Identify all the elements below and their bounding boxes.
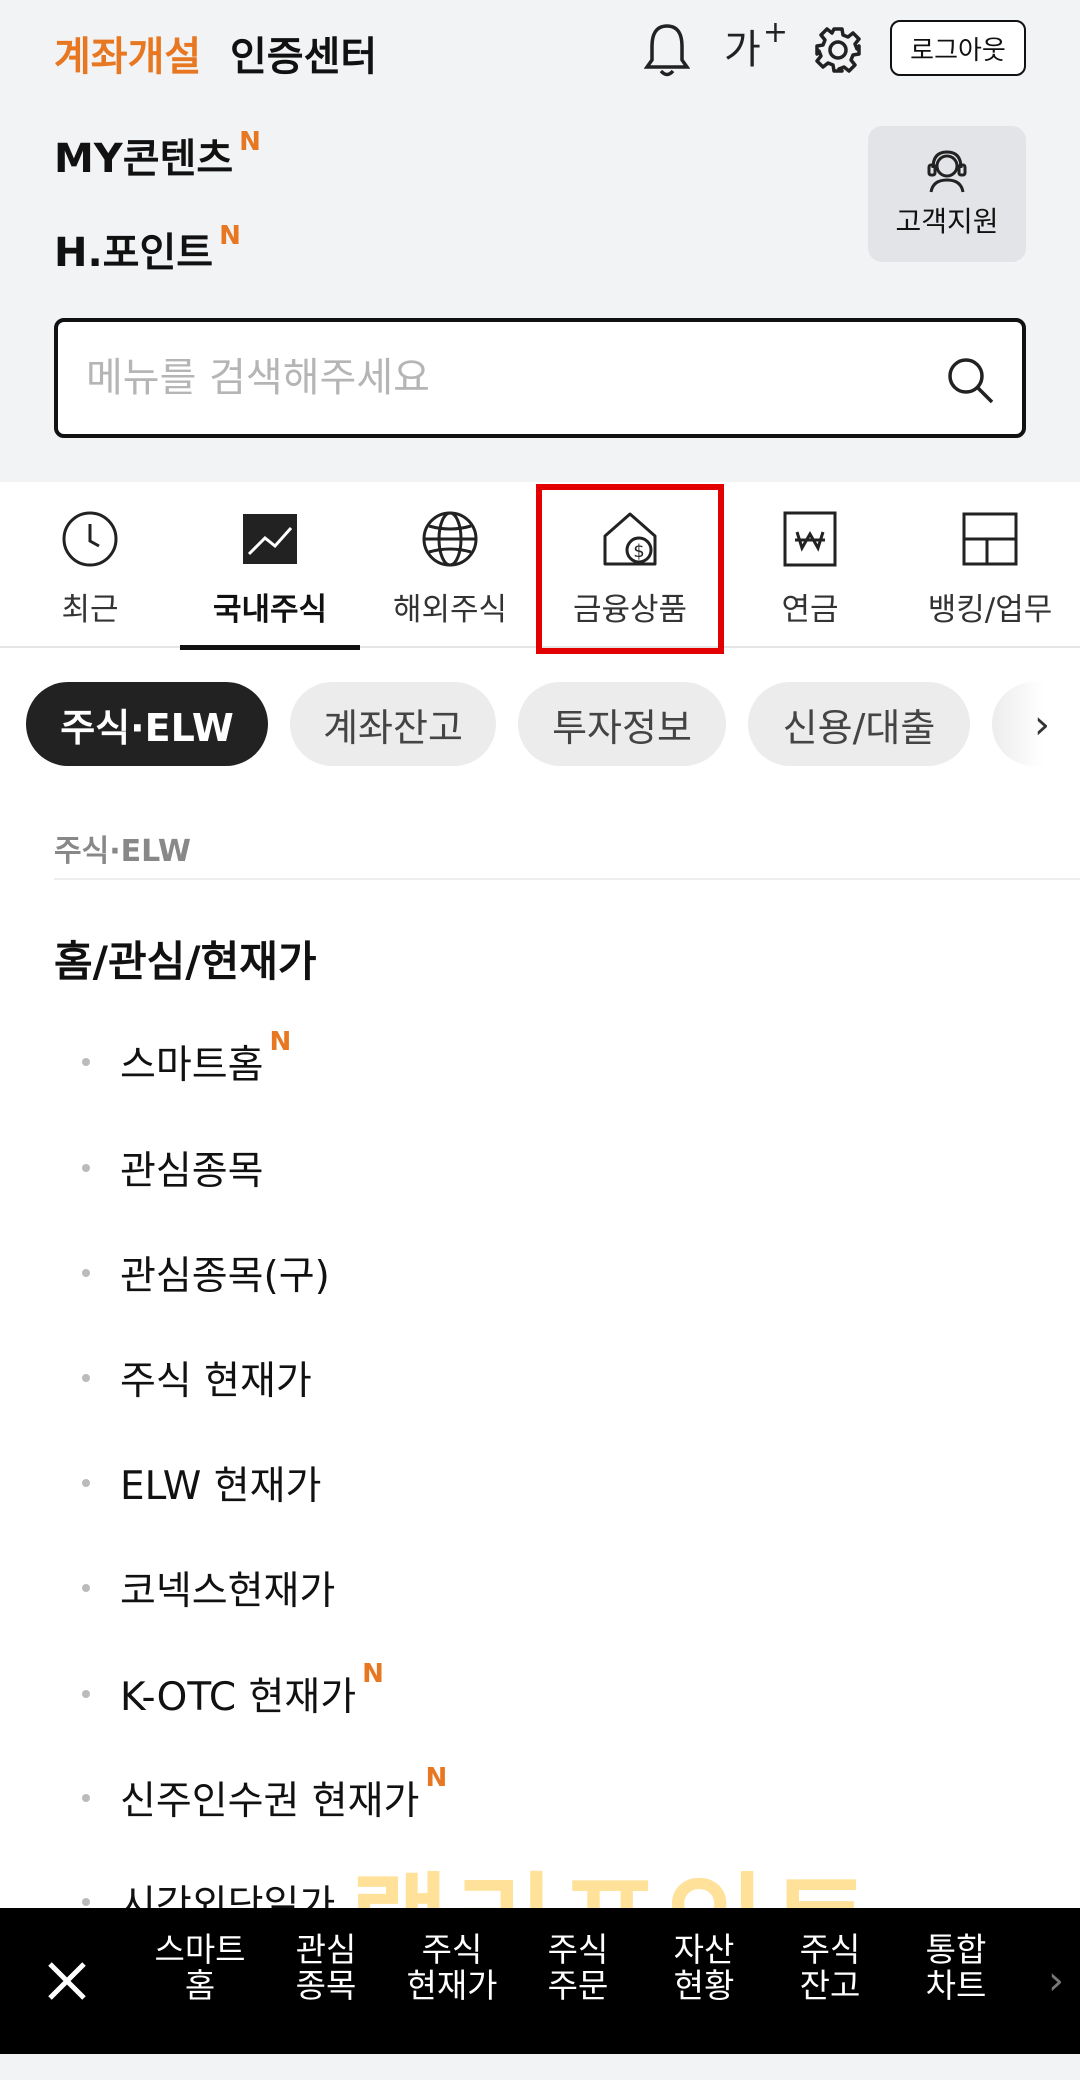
open-account-link[interactable]: 계좌개설 bbox=[54, 24, 201, 82]
customer-support-button[interactable]: 고객지원 bbox=[868, 126, 1026, 262]
won-doc-icon bbox=[783, 511, 837, 567]
cert-center-link[interactable]: 인증센터 bbox=[230, 24, 377, 82]
quick-label-2: 현황 bbox=[673, 1966, 735, 2005]
tab-domestic-stock[interactable]: 국내주식 bbox=[180, 482, 360, 650]
font-size-label: 가 bbox=[724, 27, 761, 73]
h-point-link[interactable]: H.포인트 N bbox=[54, 220, 241, 278]
quick-label-2: 주문 bbox=[547, 1966, 609, 2005]
menu-item-stock-price[interactable]: 주식 현재가 bbox=[82, 1350, 312, 1406]
bullet bbox=[82, 1794, 90, 1802]
quick-stock-price[interactable]: 주식 현재가 bbox=[392, 1932, 512, 2004]
quick-menu-bar: 스마트 홈 관심 종목 주식 현재가 주식 주문 자산 현황 주식 잔고 통합 … bbox=[0, 1908, 1080, 2054]
tab-label: 국내주식 bbox=[212, 592, 328, 628]
bullet bbox=[82, 1374, 90, 1382]
chip-invest-info[interactable]: 투자정보 bbox=[518, 682, 726, 766]
menu-item-label: 관심종목(구) bbox=[120, 1254, 330, 1299]
quick-label-2: 잔고 bbox=[799, 1966, 861, 2005]
highlight-box bbox=[536, 484, 724, 654]
bullet bbox=[82, 1584, 90, 1592]
quick-label-2: 홈 bbox=[184, 1966, 216, 2005]
menu-item-label: ELW 현재가 bbox=[120, 1464, 322, 1509]
quick-stock-balance[interactable]: 주식 잔고 bbox=[770, 1932, 890, 2004]
tab-label: 뱅킹/업무 bbox=[927, 592, 1053, 628]
bullet bbox=[82, 1898, 90, 1906]
tab-label: 연금 bbox=[781, 592, 839, 628]
quick-label-1: 주식 bbox=[421, 1930, 483, 1969]
quick-label-1: 주식 bbox=[547, 1930, 609, 1969]
chip-account-balance[interactable]: 계좌잔고 bbox=[290, 682, 496, 766]
chart-icon bbox=[243, 514, 297, 564]
menu-item-konex-price[interactable]: 코넥스현재가 bbox=[82, 1560, 335, 1616]
bullet bbox=[82, 1690, 90, 1698]
chip-stock-elw[interactable]: 주식·ELW bbox=[26, 682, 268, 766]
h-point-label: H.포인트 bbox=[54, 230, 214, 276]
bullet bbox=[82, 1479, 90, 1487]
quick-label-1: 통합 bbox=[925, 1930, 987, 1969]
clock-icon bbox=[62, 511, 118, 567]
new-badge: N bbox=[362, 1659, 384, 1689]
chevron-right-icon[interactable]: › bbox=[1048, 1958, 1064, 2004]
close-icon[interactable] bbox=[34, 1948, 100, 2014]
new-badge: N bbox=[239, 127, 261, 157]
section-divider bbox=[54, 878, 1080, 880]
headset-icon bbox=[927, 150, 967, 193]
menu-item-elw-price[interactable]: ELW 현재가 bbox=[82, 1455, 321, 1511]
menu-search-box[interactable] bbox=[54, 318, 1026, 438]
tab-overseas-stock[interactable]: 해외주식 bbox=[360, 482, 540, 648]
quick-smart-home[interactable]: 스마트 홈 bbox=[140, 1932, 260, 2004]
my-contents-link[interactable]: MY콘텐츠 N bbox=[54, 126, 261, 184]
bullet bbox=[82, 1164, 90, 1172]
panel-icon bbox=[962, 512, 1018, 566]
chevron-right-icon[interactable]: › bbox=[1034, 702, 1050, 748]
quick-label-1: 자산 bbox=[673, 1930, 735, 1969]
menu-item-label: 주식 현재가 bbox=[120, 1359, 312, 1404]
menu-item-watchlist-old[interactable]: 관심종목(구) bbox=[82, 1245, 330, 1301]
quick-assets[interactable]: 자산 현황 bbox=[644, 1932, 764, 2004]
new-badge: N bbox=[425, 1763, 448, 1793]
new-badge: N bbox=[269, 1027, 292, 1057]
quick-stock-order[interactable]: 주식 주문 bbox=[518, 1932, 638, 2004]
font-size-button[interactable]: 가 + bbox=[720, 14, 790, 78]
customer-support-label: 고객지원 bbox=[895, 205, 999, 238]
my-contents-label: MY콘텐츠 bbox=[54, 136, 234, 182]
menu-item-kotc-price[interactable]: K-OTC 현재가 N bbox=[82, 1659, 384, 1722]
bell-icon[interactable] bbox=[640, 20, 694, 80]
new-badge: N bbox=[219, 221, 241, 251]
search-icon[interactable] bbox=[942, 352, 998, 408]
logout-button[interactable]: 로그아웃 bbox=[890, 20, 1026, 76]
font-size-plus: + bbox=[762, 14, 788, 50]
gear-icon[interactable] bbox=[810, 22, 866, 78]
quick-label-1: 관심 bbox=[295, 1930, 357, 1969]
tab-recent[interactable]: 최근 bbox=[0, 482, 180, 648]
quick-label-1: 주식 bbox=[799, 1930, 861, 1969]
chip-credit-loan[interactable]: 신용/대출 bbox=[748, 682, 970, 766]
quick-watchlist[interactable]: 관심 종목 bbox=[266, 1932, 386, 2004]
globe-icon bbox=[422, 511, 478, 567]
search-input[interactable] bbox=[86, 346, 906, 410]
menu-item-label: 코넥스현재가 bbox=[120, 1569, 336, 1614]
menu-item-label: 스마트홈 bbox=[120, 1043, 264, 1088]
quick-label-2: 차트 bbox=[925, 1966, 987, 2005]
quick-label-1: 스마트 bbox=[154, 1930, 246, 1969]
menu-item-smart-home[interactable]: 스마트홈 N bbox=[82, 1027, 291, 1090]
menu-item-label: K-OTC 현재가 bbox=[120, 1675, 357, 1720]
quick-label-2: 종목 bbox=[295, 1966, 357, 2005]
tab-label: 최근 bbox=[61, 592, 119, 628]
bullet bbox=[82, 1058, 90, 1066]
group-title: 홈/관심/현재가 bbox=[54, 937, 317, 986]
sub-category-chips: 주식·ELW 계좌잔고 투자정보 신용/대출 선물 bbox=[0, 682, 1080, 768]
tab-label: 해외주식 bbox=[392, 592, 508, 628]
quick-chart[interactable]: 통합 차트 bbox=[896, 1932, 1016, 2004]
tab-banking[interactable]: 뱅킹/업무 bbox=[900, 482, 1080, 648]
menu-item-rights-price[interactable]: 신주인수권 현재가 N bbox=[82, 1763, 447, 1826]
menu-item-label: 관심종목 bbox=[120, 1149, 264, 1194]
tab-pension[interactable]: 연금 bbox=[720, 482, 900, 648]
menu-item-label: 신주인수권 현재가 bbox=[120, 1779, 420, 1824]
quick-label-2: 현재가 bbox=[406, 1966, 498, 2005]
bottom-strip bbox=[0, 2054, 1080, 2080]
bullet bbox=[82, 1269, 90, 1277]
top-panel: 계좌개설 인증센터 가 + 로그아웃 MY콘텐츠 N H.포인트 N 고객지원 bbox=[0, 0, 1080, 482]
menu-item-watchlist[interactable]: 관심종목 bbox=[82, 1140, 264, 1196]
section-label: 주식·ELW bbox=[54, 834, 191, 869]
